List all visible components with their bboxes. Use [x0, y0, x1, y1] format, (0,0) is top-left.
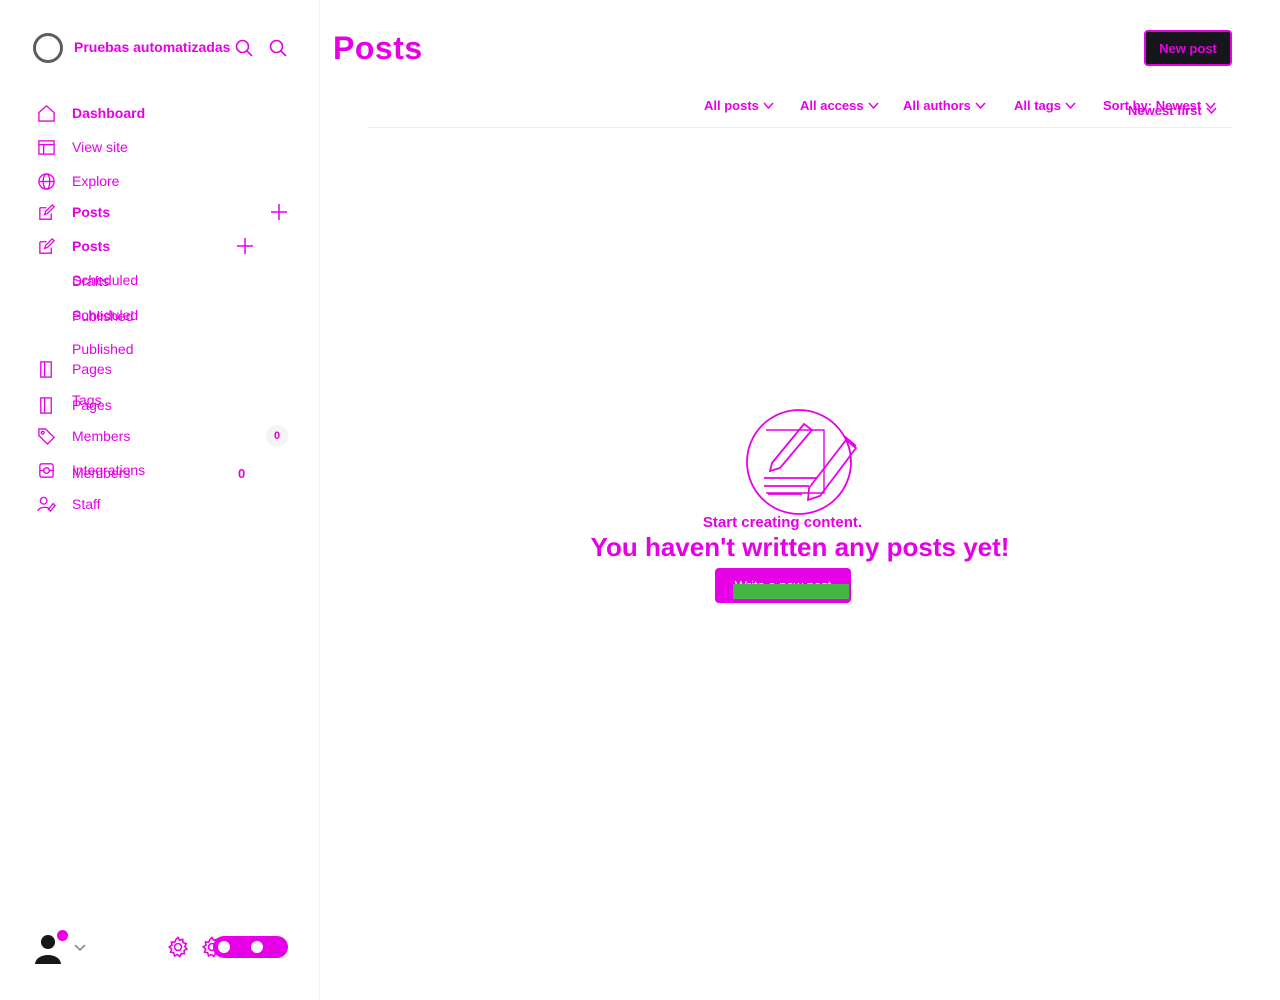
- filter-label: All access: [800, 98, 864, 113]
- filter-bar: All posts All access All authors All tag…: [368, 90, 1232, 128]
- site-name: Pruebas automatizadas: [74, 39, 231, 55]
- new-post-button[interactable]: New post: [1144, 30, 1232, 66]
- sidebar-item-label: Staff: [72, 496, 101, 512]
- sidebar-item-label: Explore: [72, 173, 120, 189]
- sidebar-footer: [33, 928, 293, 968]
- empty-state-kicker: Start creating content.: [702, 514, 863, 531]
- sort-newest-first[interactable]: Newest first: [1128, 103, 1217, 118]
- chevron-down-icon: [763, 102, 774, 110]
- sidebar: Pruebas automatizadas Dashboard View sit…: [0, 0, 320, 1000]
- edit-icon: [36, 236, 56, 256]
- filter-all-authors[interactable]: All authors: [903, 98, 986, 113]
- filter-all-access[interactable]: All access: [800, 98, 879, 113]
- sidebar-item-dashboard[interactable]: Dashboard: [36, 102, 290, 124]
- sidebar-item-label: Posts: [72, 238, 111, 254]
- notification-dot: [57, 930, 68, 941]
- page-icon: [36, 395, 56, 415]
- button-highlight: [733, 584, 849, 599]
- sidebar-item-tags[interactable]: Tags: [72, 392, 132, 414]
- page-title: Posts: [333, 30, 423, 66]
- add-post-icon[interactable]: [234, 235, 256, 257]
- filter-all-tags[interactable]: All tags: [1014, 98, 1076, 113]
- dark-mode-toggle[interactable]: [213, 936, 288, 958]
- chevron-down-icon: [1065, 102, 1076, 110]
- filter-label: All posts: [704, 98, 759, 113]
- empty-state-heading: You haven't written any posts yet!: [590, 532, 1010, 562]
- sidebar-item-label: Dashboard: [72, 105, 146, 121]
- sidebar-item-members[interactable]: Members 0: [72, 462, 262, 484]
- filter-label: All authors: [903, 98, 971, 113]
- filter-label: Newest first: [1128, 103, 1202, 118]
- sidebar-item-label: Posts: [72, 204, 111, 220]
- chevron-down-icon: [975, 102, 986, 110]
- sidebar-item-view-site[interactable]: View site: [36, 136, 290, 158]
- sidebar-item-explore[interactable]: Explore: [36, 170, 290, 192]
- sidebar-item-label: View site: [72, 139, 128, 155]
- search-icon[interactable]: [267, 37, 289, 59]
- edit-icon: [36, 202, 56, 222]
- home-icon: [36, 103, 56, 123]
- members-count-badge: 0: [266, 425, 288, 447]
- filter-label: All tags: [1014, 98, 1061, 113]
- sidebar-subitem-scheduled[interactable]: Scheduled: [72, 272, 138, 288]
- chevron-down-icon: [1206, 107, 1217, 115]
- sidebar-item-label: Tags: [72, 392, 102, 408]
- sidebar-item-posts[interactable]: Posts: [36, 235, 256, 257]
- sidebar-subitem-published[interactable]: Published: [72, 308, 134, 324]
- main-content: Posts New post All posts All access All …: [320, 0, 1280, 1000]
- filter-all-posts[interactable]: All posts: [704, 98, 774, 113]
- sidebar-item-members[interactable]: Members 0: [36, 425, 290, 447]
- sidebar-item-staff[interactable]: Staff: [36, 493, 290, 515]
- chevron-down-icon: [868, 102, 879, 110]
- settings-gear-icon[interactable]: [167, 936, 189, 958]
- globe-icon: [36, 171, 56, 191]
- search-icon[interactable]: [233, 37, 255, 59]
- integrations-icon: [36, 460, 56, 480]
- tag-icon: [36, 426, 56, 446]
- page-icon: [36, 359, 56, 379]
- chevron-down-icon[interactable]: [73, 940, 87, 954]
- add-post-icon[interactable]: [268, 201, 290, 223]
- toggle-knob: [216, 939, 232, 955]
- sidebar-item-posts[interactable]: Posts: [36, 201, 290, 223]
- sidebar-item-pages[interactable]: Pages: [36, 358, 290, 380]
- sidebar-item-label: Members: [72, 428, 131, 444]
- sidebar-item-label: Members: [72, 465, 131, 481]
- staff-icon: [36, 494, 56, 514]
- members-count: 0: [238, 465, 246, 481]
- toggle-knob: [249, 939, 265, 955]
- layout-icon: [36, 137, 56, 157]
- site-logo-icon: [33, 33, 63, 63]
- writing-pen-illustration-icon: [746, 409, 858, 515]
- sidebar-subitem-published[interactable]: Published: [72, 341, 134, 357]
- sidebar-item-label: Pages: [72, 361, 112, 377]
